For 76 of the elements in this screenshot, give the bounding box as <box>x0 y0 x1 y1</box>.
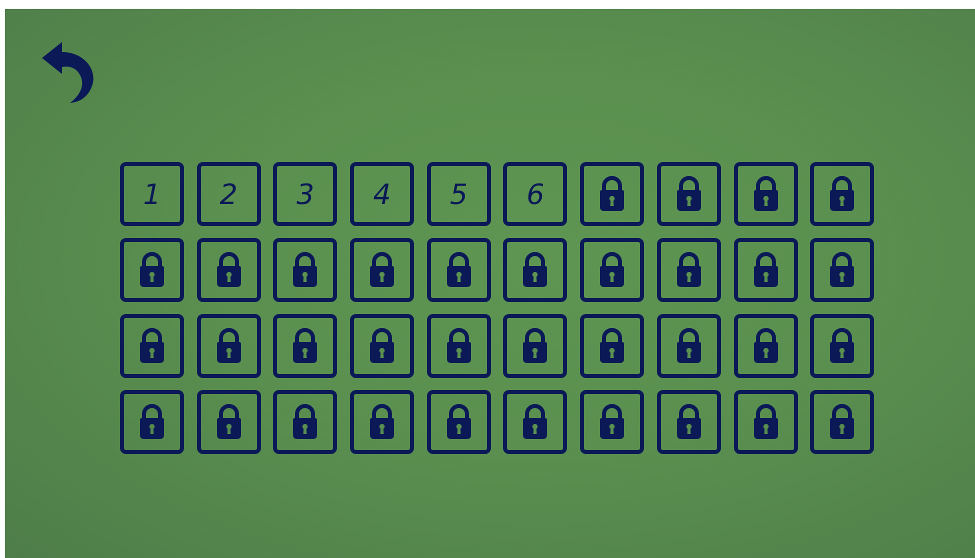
padlock-icon <box>292 252 318 288</box>
locked-level-tile[interactable] <box>734 390 798 454</box>
back-button[interactable] <box>42 42 96 104</box>
locked-level-tile[interactable] <box>734 238 798 302</box>
padlock-icon <box>292 328 318 364</box>
padlock-icon <box>446 252 472 288</box>
padlock-icon <box>292 404 318 440</box>
padlock-icon <box>369 404 396 440</box>
locked-level-tile[interactable] <box>350 390 414 454</box>
locked-level-tile[interactable] <box>656 390 721 454</box>
locked-level-tile[interactable] <box>810 238 874 302</box>
locked-level-tile[interactable] <box>273 314 338 378</box>
locked-level-tile[interactable] <box>810 314 874 378</box>
locked-level-tile[interactable] <box>120 390 184 454</box>
locked-level-tile[interactable] <box>120 238 184 302</box>
level-tile[interactable]: 2 <box>196 162 261 226</box>
padlock-icon <box>599 328 626 364</box>
level-tile[interactable]: 5 <box>426 162 491 226</box>
padlock-icon <box>599 252 626 288</box>
padlock-icon <box>522 404 548 440</box>
locked-level-tile[interactable] <box>656 314 721 378</box>
padlock-icon <box>216 328 242 364</box>
padlock-icon <box>829 404 856 440</box>
padlock-icon <box>139 404 165 440</box>
locked-level-tile[interactable] <box>196 238 261 302</box>
locked-level-tile[interactable] <box>196 390 261 454</box>
back-arrow-icon <box>42 42 96 104</box>
locked-level-tile[interactable] <box>196 314 261 378</box>
padlock-icon <box>599 404 626 440</box>
level-tile[interactable]: 3 <box>273 162 338 226</box>
locked-level-tile[interactable] <box>503 314 568 378</box>
level-tile[interactable]: 6 <box>503 162 568 226</box>
locked-level-tile[interactable] <box>580 390 644 454</box>
locked-level-tile[interactable] <box>656 162 721 226</box>
locked-level-tile[interactable] <box>426 390 491 454</box>
locked-level-tile[interactable] <box>580 238 644 302</box>
padlock-icon <box>829 252 856 288</box>
padlock-icon <box>446 404 472 440</box>
padlock-icon <box>522 252 548 288</box>
locked-level-tile[interactable] <box>273 390 338 454</box>
padlock-icon <box>676 176 702 212</box>
locked-level-tile[interactable] <box>350 238 414 302</box>
padlock-icon <box>522 328 548 364</box>
locked-level-tile[interactable] <box>273 238 338 302</box>
padlock-icon <box>676 328 702 364</box>
locked-level-tile[interactable] <box>810 162 874 226</box>
padlock-icon <box>139 252 165 288</box>
level-tile[interactable]: 4 <box>350 162 414 226</box>
padlock-icon <box>829 328 856 364</box>
padlock-icon <box>139 328 165 364</box>
locked-level-tile[interactable] <box>426 314 491 378</box>
padlock-icon <box>676 252 702 288</box>
padlock-icon <box>752 404 778 440</box>
padlock-icon <box>599 176 626 212</box>
padlock-icon <box>752 176 778 212</box>
locked-level-tile[interactable] <box>503 238 568 302</box>
padlock-icon <box>369 252 396 288</box>
padlock-icon <box>216 404 242 440</box>
padlock-icon <box>369 328 396 364</box>
locked-level-tile[interactable] <box>120 314 184 378</box>
padlock-icon <box>216 252 242 288</box>
padlock-icon <box>676 404 702 440</box>
locked-level-tile[interactable] <box>810 390 874 454</box>
level-tile[interactable]: 1 <box>120 162 184 226</box>
locked-level-tile[interactable] <box>580 162 644 226</box>
locked-level-tile[interactable] <box>350 314 414 378</box>
padlock-icon <box>752 328 778 364</box>
padlock-icon <box>446 328 472 364</box>
locked-level-tile[interactable] <box>580 314 644 378</box>
locked-level-tile[interactable] <box>503 390 568 454</box>
padlock-icon <box>829 176 856 212</box>
locked-level-tile[interactable] <box>426 238 491 302</box>
locked-level-tile[interactable] <box>656 238 721 302</box>
locked-level-tile[interactable] <box>734 314 798 378</box>
padlock-icon <box>752 252 778 288</box>
locked-level-tile[interactable] <box>734 162 798 226</box>
